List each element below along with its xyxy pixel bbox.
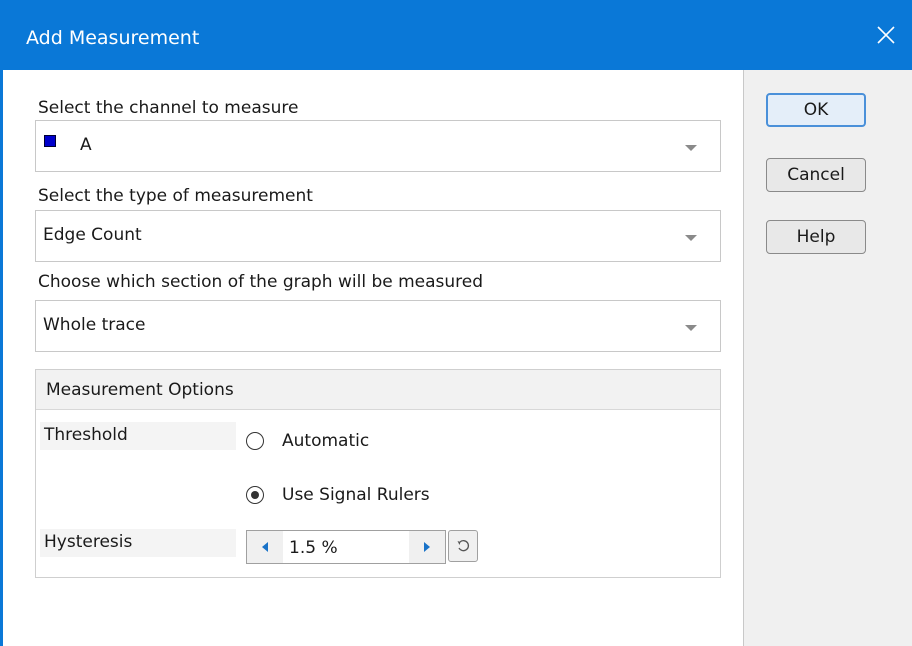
- channel-label: Select the channel to measure: [38, 98, 299, 118]
- dialog-title: Add Measurement: [26, 27, 200, 49]
- close-icon: [877, 26, 895, 44]
- measurement-options-group: Measurement Options Threshold Automatic …: [35, 369, 721, 578]
- chevron-down-icon: [685, 235, 697, 241]
- measurement-type-label: Select the type of measurement: [38, 186, 313, 206]
- measurement-type-value: Edge Count: [43, 225, 142, 245]
- threshold-label: Threshold: [44, 425, 128, 445]
- hysteresis-increment-button[interactable]: [409, 531, 445, 563]
- automatic-radio-label[interactable]: Automatic: [282, 431, 369, 451]
- arrow-right-icon: [424, 542, 430, 552]
- ok-button[interactable]: OK: [766, 93, 866, 127]
- radio-selected-dot: [251, 491, 259, 499]
- button-panel: OK Cancel Help: [743, 70, 912, 646]
- automatic-radio[interactable]: [246, 432, 264, 450]
- measurement-options-header: Measurement Options: [36, 370, 720, 410]
- hysteresis-label: Hysteresis: [44, 532, 133, 552]
- help-button[interactable]: Help: [766, 220, 866, 254]
- signal-rulers-radio-label[interactable]: Use Signal Rulers: [282, 485, 430, 505]
- cancel-button[interactable]: Cancel: [766, 158, 866, 192]
- hysteresis-decrement-button[interactable]: [247, 531, 283, 563]
- close-button[interactable]: [860, 0, 912, 70]
- measurement-options-title: Measurement Options: [46, 380, 234, 400]
- signal-rulers-radio[interactable]: [246, 486, 264, 504]
- section-label: Choose which section of the graph will b…: [38, 272, 484, 292]
- reset-icon: [457, 540, 469, 552]
- chevron-down-icon: [685, 325, 697, 331]
- title-bar: Add Measurement: [0, 0, 912, 70]
- hysteresis-reset-button[interactable]: [448, 530, 478, 562]
- section-dropdown[interactable]: Whole trace: [35, 300, 721, 352]
- section-value: Whole trace: [43, 315, 146, 335]
- channel-dropdown[interactable]: A: [35, 120, 721, 172]
- channel-color-swatch: [44, 135, 56, 147]
- hysteresis-value[interactable]: 1.5 %: [289, 538, 338, 558]
- measurement-type-dropdown[interactable]: Edge Count: [35, 210, 721, 262]
- window-border: [0, 70, 3, 646]
- arrow-left-icon: [262, 542, 268, 552]
- chevron-down-icon: [685, 145, 697, 151]
- hysteresis-spinner[interactable]: 1.5 %: [246, 530, 446, 564]
- channel-dropdown-value: A: [80, 135, 92, 155]
